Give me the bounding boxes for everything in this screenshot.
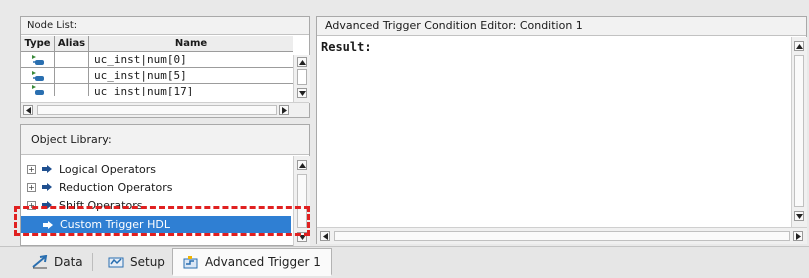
arrow-left-icon [25, 106, 31, 114]
node-alias-cell [55, 52, 89, 67]
arrow-right-icon [795, 232, 801, 240]
node-list-panel: Node List: Type Alias Name uc_inst|num[0… [20, 16, 310, 118]
expand-icon[interactable]: + [27, 182, 36, 192]
node-name-cell: uc_inst|num[0] [94, 53, 187, 66]
editor-title: Advanced Trigger Condition Editor: Condi… [317, 17, 806, 36]
operator-icon [42, 201, 52, 209]
node-list-table: Type Alias Name uc_inst|num[0] uc_inst|n… [21, 36, 293, 96]
table-row[interactable]: uc_inst|num[17] [21, 84, 293, 96]
editor-vertical-scrollbar[interactable] [791, 37, 807, 227]
editor-horizontal-scrollbar[interactable] [317, 227, 807, 244]
node-list-horizontal-scrollbar[interactable] [21, 102, 309, 117]
node-alias-cell [55, 68, 89, 83]
input-pin-icon [31, 85, 44, 95]
input-pin-icon [31, 70, 44, 81]
arrow-down-icon [298, 90, 306, 96]
scroll-down-button[interactable] [794, 211, 804, 221]
column-header-alias[interactable]: Alias [55, 36, 89, 51]
scroll-thumb[interactable] [297, 174, 307, 228]
scroll-thumb[interactable] [794, 55, 804, 207]
scroll-right-button[interactable] [793, 231, 803, 241]
arrow-right-icon [281, 106, 287, 114]
node-type-cell [21, 68, 55, 83]
bottom-tab-bar: Data Setup Advanced Trigger 1 [0, 246, 809, 278]
tree-item-label: Custom Trigger HDL [60, 218, 170, 231]
object-library-panel: Object Library: + Logical Operators + Re… [20, 124, 310, 246]
condition-editor-textarea[interactable]: Result: [317, 37, 791, 227]
tree-item-custom-trigger-hdl[interactable]: Custom Trigger HDL [21, 216, 291, 233]
tab-setup[interactable]: Setup [98, 249, 175, 275]
arrow-up-icon [795, 43, 803, 49]
node-type-cell [21, 84, 55, 96]
node-name-cell: uc_inst|num[5] [94, 69, 187, 82]
arrow-left-icon [322, 232, 328, 240]
arrow-down-icon [795, 213, 803, 219]
scroll-up-button[interactable] [297, 57, 307, 67]
tree-item-logical-operators[interactable]: + Logical Operators [27, 161, 156, 177]
scroll-thumb[interactable] [37, 105, 277, 115]
table-row[interactable]: uc_inst|num[5] [21, 68, 293, 84]
scroll-right-button[interactable] [279, 105, 289, 115]
tab-label: Data [54, 255, 83, 269]
table-row[interactable]: uc_inst|num[0] [21, 52, 293, 68]
object-library-title: Object Library: [21, 125, 309, 155]
node-list-title: Node List: [21, 17, 309, 35]
arrow-up-icon [298, 59, 306, 65]
node-alias-cell [55, 84, 89, 96]
node-list-vertical-scrollbar[interactable] [293, 55, 310, 103]
operator-icon [42, 165, 52, 173]
node-name-cell: uc_inst|num[17] [94, 85, 194, 96]
tab-label: Setup [130, 255, 165, 269]
data-icon [32, 255, 48, 269]
node-type-cell [21, 52, 55, 67]
input-pin-icon [31, 54, 44, 65]
tab-label: Advanced Trigger 1 [205, 254, 321, 269]
operator-icon [42, 183, 52, 191]
column-header-name[interactable]: Name [89, 36, 293, 51]
expand-icon[interactable]: + [27, 200, 36, 210]
scroll-up-button[interactable] [794, 41, 804, 51]
tree-item-shift-operators[interactable]: + Shift Operators [27, 197, 142, 213]
advanced-trigger-icon [183, 255, 198, 268]
scroll-up-button[interactable] [297, 160, 307, 170]
condition-editor-panel: Advanced Trigger Condition Editor: Condi… [316, 16, 807, 244]
node-list-header-row: Type Alias Name [21, 36, 293, 52]
tree-item-reduction-operators[interactable]: + Reduction Operators [27, 179, 172, 195]
scroll-left-button[interactable] [23, 105, 33, 115]
tree-item-label: Reduction Operators [59, 180, 173, 194]
tab-divider [92, 253, 93, 271]
tree-item-label: Shift Operators [59, 198, 143, 212]
left-panel: Node List: Type Alias Name uc_inst|num[0… [20, 16, 310, 246]
setup-icon [108, 257, 124, 268]
expand-icon[interactable]: + [27, 164, 36, 174]
tab-data[interactable]: Data [22, 249, 93, 275]
tree-item-label: Logical Operators [59, 162, 157, 176]
editor-text: Result: [321, 40, 372, 54]
scroll-down-button[interactable] [297, 232, 307, 242]
column-header-type[interactable]: Type [21, 36, 55, 51]
signaltap-window: Node List: Type Alias Name uc_inst|num[0… [0, 0, 809, 278]
scroll-down-button[interactable] [297, 88, 307, 98]
scroll-thumb[interactable] [334, 231, 790, 241]
operator-icon [43, 220, 53, 229]
arrow-up-icon [298, 162, 306, 168]
scroll-left-button[interactable] [320, 231, 330, 241]
tab-advanced-trigger-1[interactable]: Advanced Trigger 1 [172, 248, 332, 276]
scroll-thumb[interactable] [297, 69, 307, 85]
arrow-down-icon [298, 234, 306, 240]
object-library-vertical-scrollbar[interactable] [293, 156, 310, 246]
